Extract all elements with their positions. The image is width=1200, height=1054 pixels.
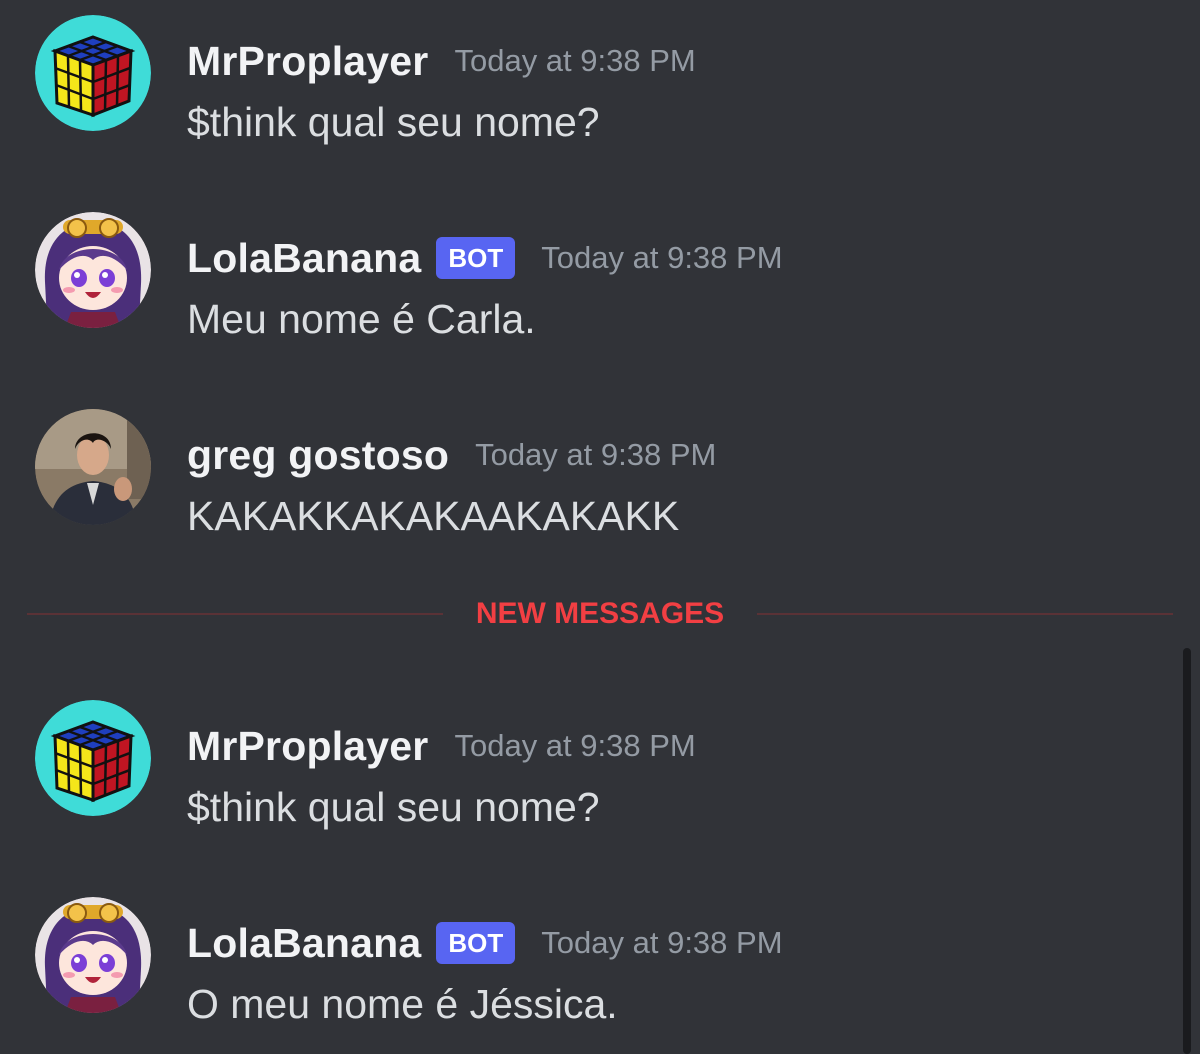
- message-item[interactable]: LolaBanana BOT Today at 9:38 PM O meu no…: [0, 897, 1180, 1037]
- username[interactable]: LolaBanana: [187, 920, 421, 967]
- username[interactable]: MrProplayer: [187, 723, 428, 770]
- message-item[interactable]: greg gostoso Today at 9:38 PM KAKAKKAKAK…: [0, 409, 1180, 549]
- new-messages-divider: NEW MESSAGES: [27, 596, 1173, 632]
- timestamp: Today at 9:38 PM: [454, 728, 696, 763]
- message-content: KAKAKKAKAKAAKAKAKK: [187, 493, 680, 539]
- avatar[interactable]: [35, 212, 151, 328]
- message-header: greg gostoso Today at 9:38 PM: [187, 427, 716, 483]
- message-item[interactable]: MrProplayer Today at 9:38 PM $think qual…: [0, 15, 1180, 155]
- message-header: LolaBanana BOT Today at 9:38 PM: [187, 915, 783, 971]
- timestamp: Today at 9:38 PM: [475, 437, 717, 472]
- timestamp: Today at 9:38 PM: [454, 43, 696, 78]
- message-content: Meu nome é Carla.: [187, 296, 536, 342]
- rubiks-cube-avatar-icon: [35, 700, 151, 816]
- message-item[interactable]: LolaBanana BOT Today at 9:38 PM Meu nome…: [0, 212, 1180, 352]
- username[interactable]: LolaBanana: [187, 235, 421, 282]
- rubiks-cube-avatar-icon: [35, 15, 151, 131]
- anime-girl-avatar-icon: [35, 897, 151, 1013]
- avatar[interactable]: [35, 15, 151, 131]
- message-content: $think qual seu nome?: [187, 784, 600, 830]
- new-messages-label: NEW MESSAGES: [475, 597, 725, 630]
- person-photo-avatar-icon: [35, 409, 151, 525]
- message-header: MrProplayer Today at 9:38 PM: [187, 33, 696, 89]
- bot-badge: BOT: [436, 236, 516, 280]
- message-item[interactable]: MrProplayer Today at 9:38 PM $think qual…: [0, 700, 1180, 840]
- scrollbar-thumb[interactable]: [1183, 648, 1191, 1054]
- avatar[interactable]: [35, 409, 151, 525]
- username[interactable]: greg gostoso: [187, 432, 449, 479]
- avatar[interactable]: [35, 897, 151, 1013]
- bot-badge: BOT: [436, 921, 516, 965]
- username[interactable]: MrProplayer: [187, 38, 428, 85]
- message-content: $think qual seu nome?: [187, 99, 600, 145]
- message-header: LolaBanana BOT Today at 9:38 PM: [187, 230, 783, 286]
- timestamp: Today at 9:38 PM: [541, 925, 783, 960]
- timestamp: Today at 9:38 PM: [541, 240, 783, 275]
- avatar[interactable]: [35, 700, 151, 816]
- anime-girl-avatar-icon: [35, 212, 151, 328]
- message-content: O meu nome é Jéssica.: [187, 981, 618, 1027]
- chat-message-list[interactable]: MrProplayer Today at 9:38 PM $think qual…: [0, 0, 1200, 1054]
- message-header: MrProplayer Today at 9:38 PM: [187, 718, 696, 774]
